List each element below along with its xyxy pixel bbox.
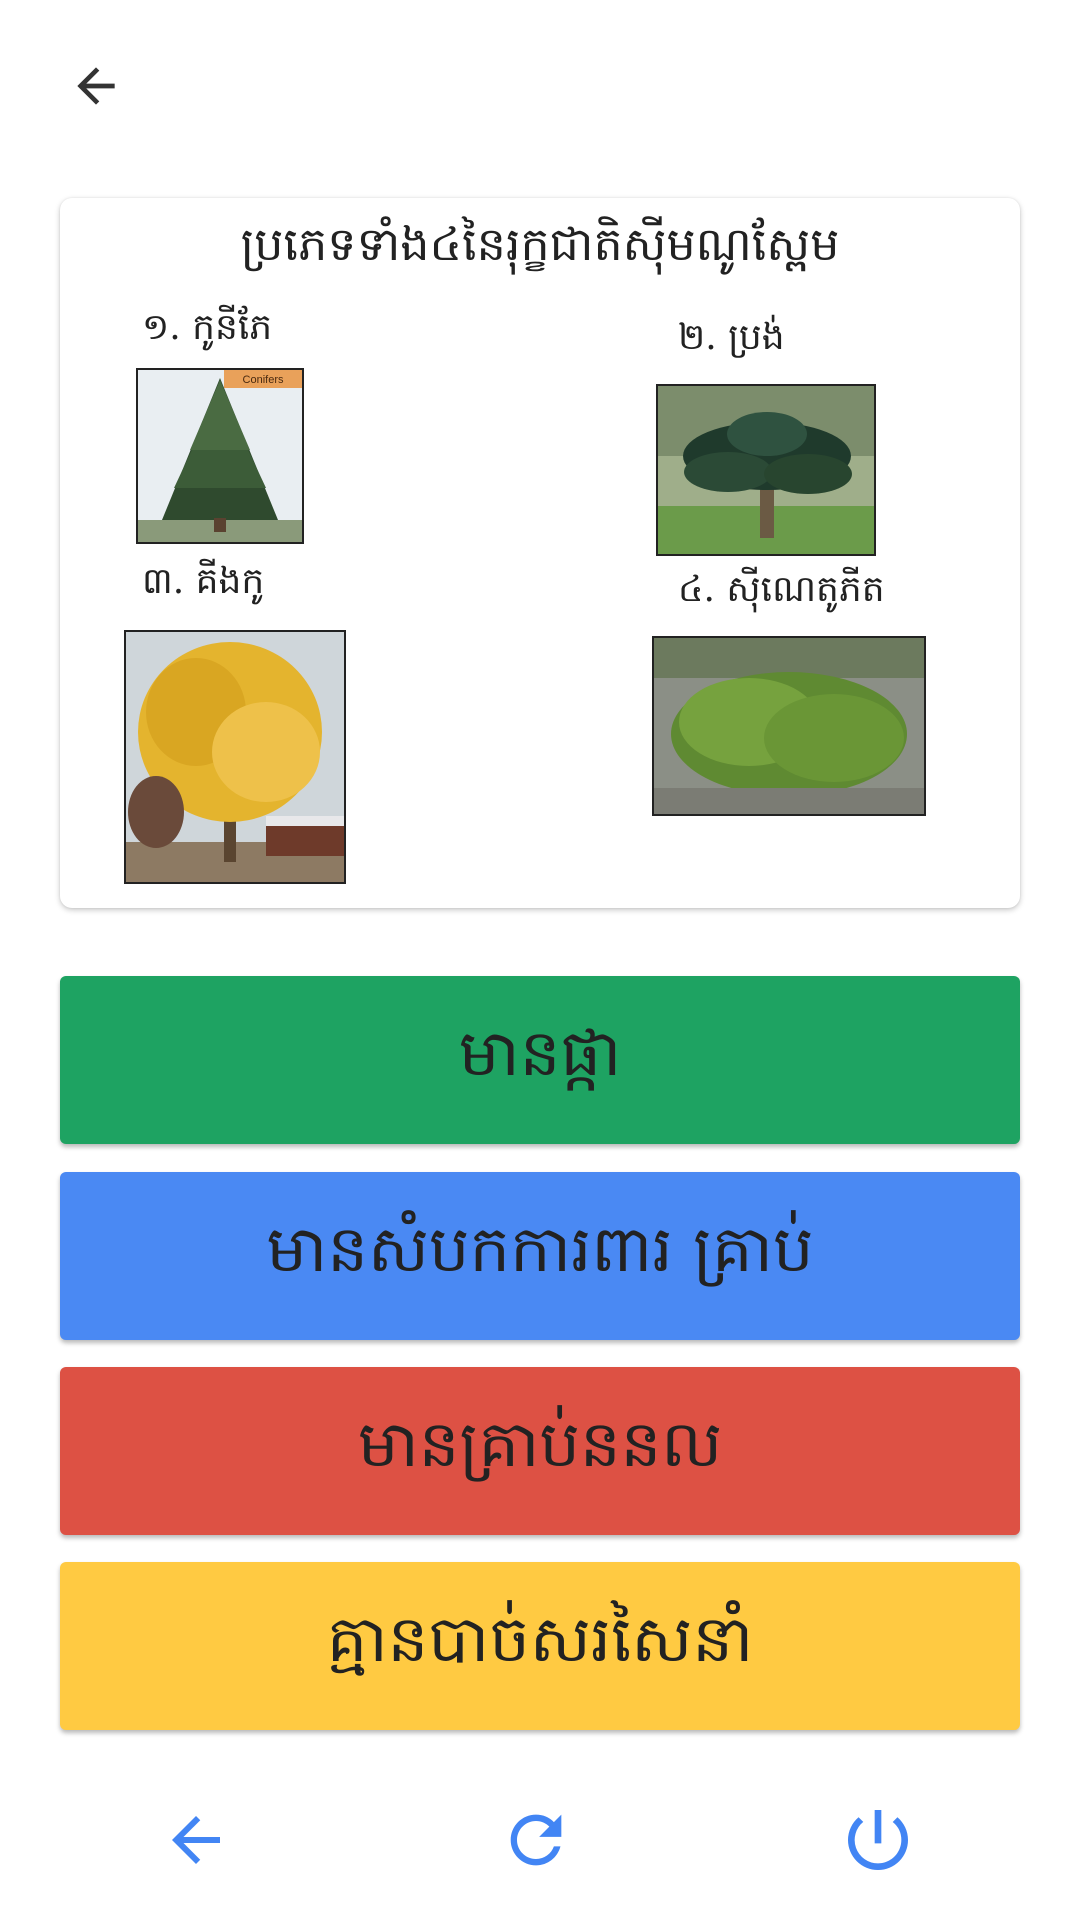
arrow-back-icon: [172, 1816, 220, 1864]
item-label-4: ៤. ស៊ីណេតូភីត: [678, 569, 885, 610]
answer-label: មានគ្រាប់ននល: [357, 1408, 723, 1482]
conifers-tag: Conifers: [243, 374, 284, 386]
refresh-icon: [510, 1814, 562, 1866]
answer-button-3[interactable]: មានគ្រាប់ននល: [60, 1367, 1020, 1535]
top-app-bar: [0, 0, 1080, 170]
answer-button-4[interactable]: គ្មានបាច់សរសៃនាំ: [60, 1562, 1020, 1730]
answer-button-2[interactable]: មានសំបកការពារ គ្រាប់: [60, 1172, 1020, 1340]
cycad-image: [656, 384, 876, 556]
question-title: ប្រភេទទាំង៤នៃរុក្ខជាតិស៊ីមណូស្ពែម: [240, 217, 840, 271]
bottom-navigation: [0, 1790, 1080, 1890]
nav-refresh-button[interactable]: [486, 1790, 586, 1890]
answer-label: គ្មានបាច់សរសៃនាំ: [326, 1603, 754, 1677]
item-label-3: ៣. គីងកូ: [142, 561, 265, 602]
answer-button-1[interactable]: មានផ្កា: [60, 976, 1020, 1144]
gnetophyte-image: [652, 636, 926, 816]
answer-label: មានផ្កា: [458, 1017, 622, 1091]
arrow-back-icon: [77, 67, 115, 105]
answer-label: មានសំបកការពារ គ្រាប់: [266, 1213, 814, 1287]
question-card: ប្រភេទទាំង៤នៃរុក្ខជាតិស៊ីមណូស្ពែម ១. កូន…: [60, 198, 1020, 908]
power-icon: [848, 1810, 908, 1870]
conifer-image: Conifers: [136, 368, 304, 544]
nav-back-button[interactable]: [146, 1790, 246, 1890]
item-label-1: ១. កូនីភែ: [142, 307, 273, 348]
item-label-2: ២. ប្រង់: [678, 317, 785, 358]
ginkgo-image: [124, 630, 346, 884]
nav-power-button[interactable]: [828, 1790, 928, 1890]
top-back-button[interactable]: [60, 50, 132, 122]
